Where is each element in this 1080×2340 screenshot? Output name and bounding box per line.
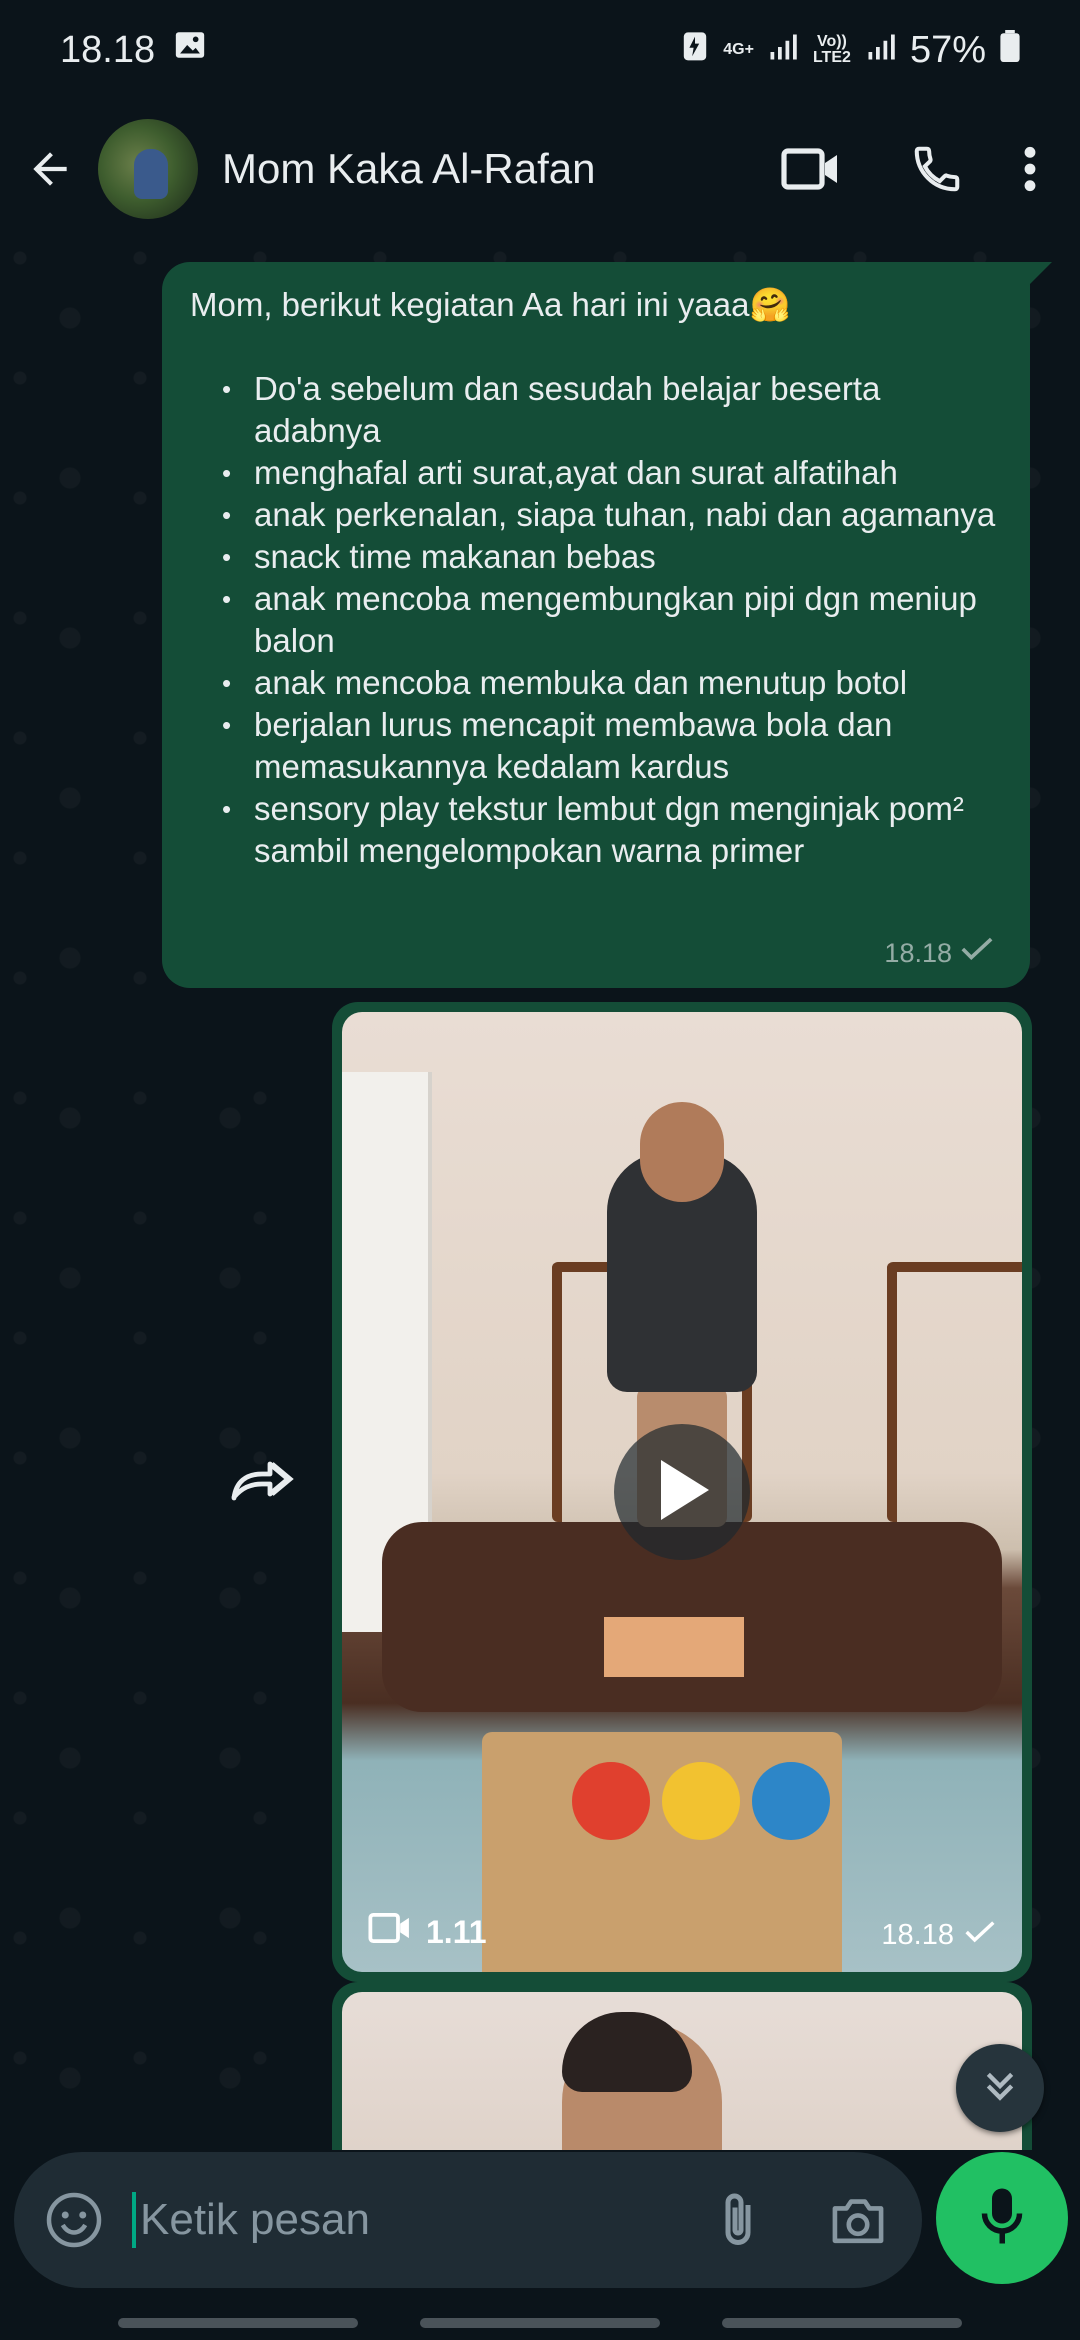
single-check-icon (960, 932, 994, 974)
message-input-placeholder: Ketik pesan (140, 2195, 370, 2244)
play-icon (652, 1457, 712, 1528)
outgoing-text-message[interactable]: Mom, berikut kegiatan Aa hari ini yaaa🤗 … (162, 262, 1052, 988)
contact-name[interactable]: Mom Kaka Al-Rafan (222, 145, 728, 193)
scroll-to-bottom-button[interactable] (956, 2044, 1044, 2132)
double-chevron-down-icon (980, 2066, 1020, 2111)
chat-header: Mom Kaka Al-Rafan (0, 100, 1080, 238)
gallery-icon (173, 28, 207, 72)
forward-icon[interactable] (228, 1454, 294, 1504)
text-caret (132, 2192, 136, 2248)
video-thumbnail[interactable]: 1.11 18.18 (342, 1012, 1022, 1972)
list-item: Do'a sebelum dan sesudah belajar beserta… (190, 368, 1002, 452)
video-camera-icon (368, 1912, 412, 1952)
nav-home-bar[interactable] (420, 2318, 660, 2328)
message-intro: Mom, berikut kegiatan Aa hari ini yaaa🤗 (190, 286, 791, 323)
list-item: anak mencoba mengembungkan pipi dgn meni… (190, 578, 1002, 662)
video-thumbnail-2[interactable] (342, 1992, 1022, 2150)
voice-call-icon[interactable] (894, 126, 980, 212)
attach-icon[interactable] (698, 2180, 778, 2260)
battery-icon (1000, 29, 1020, 72)
video-duration-label: 1.11 (426, 1913, 487, 1950)
battery-saver-icon (681, 28, 709, 72)
list-item: snack time makanan bebas (190, 536, 1002, 578)
nav-back-bar[interactable] (722, 2318, 962, 2328)
system-nav-bar (0, 2300, 1080, 2340)
bubble-tail (1028, 262, 1052, 286)
more-options-icon[interactable] (1000, 126, 1060, 212)
microphone-icon (979, 2186, 1025, 2251)
video-message-time: 18.18 (881, 1919, 954, 1951)
network-lte-label: Vo)) LTE2 (812, 33, 851, 66)
nav-recents-bar[interactable] (118, 2318, 358, 2328)
video-call-icon[interactable] (768, 126, 854, 212)
emoji-icon[interactable] (38, 2184, 110, 2256)
contact-avatar[interactable] (98, 119, 198, 219)
outgoing-video-message[interactable]: 1.11 18.18 (332, 1002, 1032, 1982)
message-input[interactable]: Ketik pesan (132, 2192, 698, 2248)
signal-icon (768, 29, 798, 72)
message-time: 18.18 (884, 938, 952, 968)
list-item: sensory play tekstur lembut dgn menginja… (190, 788, 1002, 872)
message-composer: Ketik pesan (14, 2152, 922, 2288)
thumbnail-red-hole (572, 1762, 650, 1840)
video-duration: 1.11 (368, 1912, 487, 1952)
thumbnail-chair (887, 1262, 1022, 1522)
status-bar: 18.18 4G+ Vo)) LTE2 57% (0, 0, 1080, 100)
battery-percent: 57% (909, 28, 986, 71)
list-item: anak mencoba membuka dan menutup botol (190, 662, 1002, 704)
single-check-icon (964, 1919, 996, 1952)
back-arrow-icon[interactable] (20, 139, 80, 199)
chat-area[interactable]: Mom, berikut kegiatan Aa hari ini yaaa🤗 … (0, 238, 1080, 2150)
activity-list: Do'a sebelum dan sesudah belajar beserta… (190, 368, 1002, 872)
status-time: 18.18 (60, 28, 156, 71)
signal-icon-2 (866, 29, 896, 72)
thumbnail-child-head (640, 1102, 724, 1202)
voice-record-button[interactable] (936, 2152, 1068, 2284)
thumbnail-yellow-hole (662, 1762, 740, 1840)
thumbnail-blue-hole (752, 1762, 830, 1840)
thumbnail-child-hair (562, 2012, 692, 2092)
outgoing-video-message-2[interactable] (332, 1982, 1032, 2150)
camera-icon[interactable] (818, 2180, 898, 2260)
play-button[interactable] (614, 1424, 750, 1560)
list-item: berjalan lurus mencapit membawa bola dan… (190, 704, 1002, 788)
network-4g-label: 4G+ (723, 41, 754, 58)
thumbnail-pompom-board (604, 1617, 744, 1677)
list-item: menghafal arti surat,ayat dan surat alfa… (190, 452, 1002, 494)
video-meta: 18.18 (881, 1919, 996, 1952)
list-item: anak perkenalan, siapa tuhan, nabi dan a… (190, 494, 1002, 536)
message-meta: 18.18 (884, 932, 994, 974)
